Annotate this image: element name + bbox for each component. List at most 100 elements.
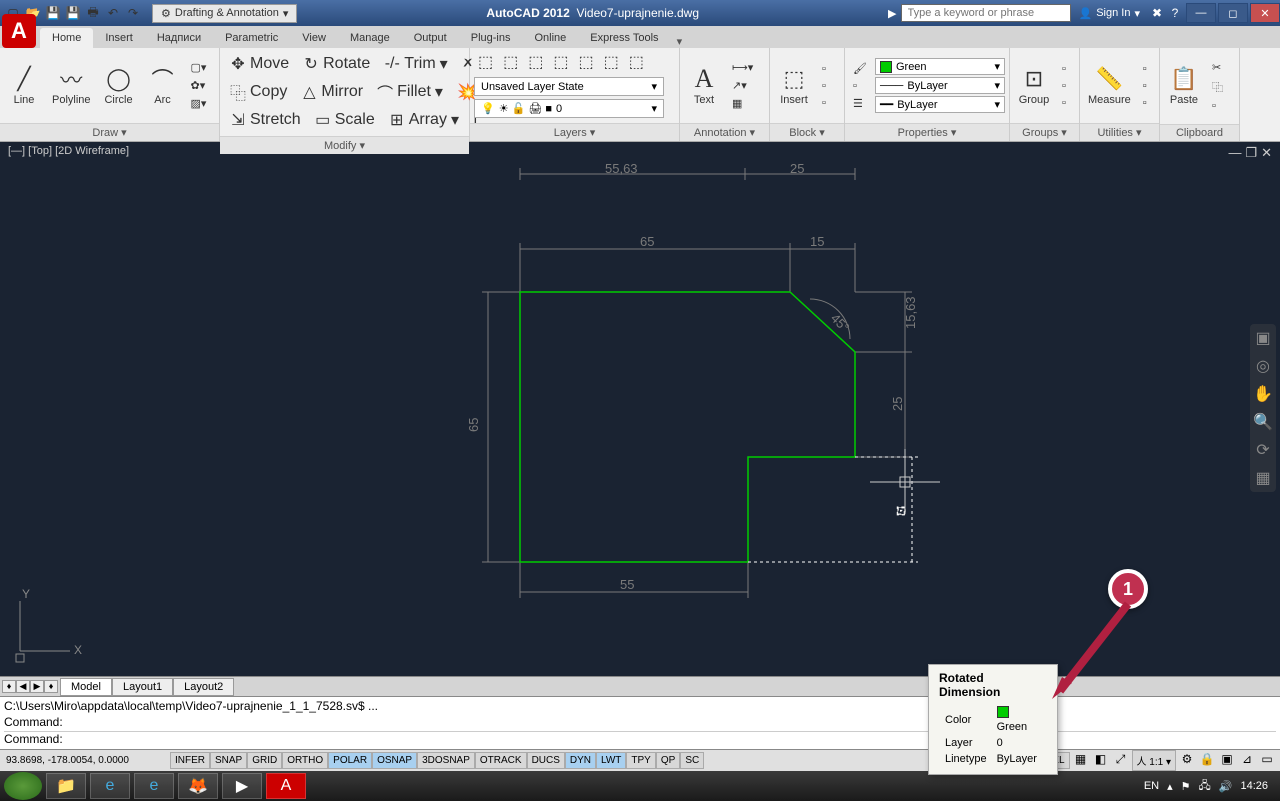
group-ico-3[interactable]: ▫ xyxy=(1058,95,1070,111)
panel-utilities-title[interactable]: Utilities ▾ xyxy=(1080,123,1159,141)
layer-ico-6[interactable]: ⬚ xyxy=(600,50,623,74)
status-qview-icon[interactable]: ◧ xyxy=(1092,752,1110,770)
prop-ico-3[interactable]: ☰ xyxy=(849,95,871,112)
taskbar-ie2-icon[interactable]: e xyxy=(134,773,174,799)
status-toggle-ortho[interactable]: ORTHO xyxy=(282,752,328,769)
color-dropdown[interactable]: Green▾ xyxy=(875,58,1005,75)
panel-modify-title[interactable]: Modify ▾ xyxy=(220,136,469,154)
panel-annotation-title[interactable]: Annotation ▾ xyxy=(680,123,769,141)
panel-groups-title[interactable]: Groups ▾ xyxy=(1010,123,1079,141)
doc-close-button[interactable]: ✕ xyxy=(1261,145,1272,161)
layout-tab-2[interactable]: Layout2 xyxy=(173,678,234,696)
status-toggle-otrack[interactable]: OTRACK xyxy=(475,752,527,769)
status-toggle-grid[interactable]: GRID xyxy=(247,752,282,769)
tab-online[interactable]: Online xyxy=(522,28,578,48)
cmd-prompt[interactable]: Command: xyxy=(4,731,1276,747)
trim-button[interactable]: -/-Trim ▾ xyxy=(380,52,451,76)
stretch-button[interactable]: ⇲Stretch xyxy=(226,108,305,132)
taskbar-firefox-icon[interactable]: 🦊 xyxy=(178,773,218,799)
status-toggle-lwt[interactable]: LWT xyxy=(596,752,626,769)
status-ann-icon[interactable]: ⤢ xyxy=(1112,752,1130,770)
paste-button[interactable]: 📋Paste xyxy=(1164,64,1204,108)
status-toggle-ducs[interactable]: DUCS xyxy=(527,752,565,769)
cut-button[interactable]: ✂ xyxy=(1208,59,1227,76)
panel-clipboard-title[interactable]: Clipboard xyxy=(1160,124,1239,141)
status-hw-icon[interactable]: ▣ xyxy=(1218,752,1236,770)
status-toggle-infer[interactable]: INFER xyxy=(170,752,210,769)
status-clean-icon[interactable]: ▭ xyxy=(1258,752,1276,770)
tray-network-icon[interactable]: 🖧 xyxy=(1199,777,1211,796)
qat-save-icon[interactable]: 💾 xyxy=(44,4,62,22)
main-shape[interactable] xyxy=(520,292,855,562)
array-button[interactable]: ⊞Array ▾ xyxy=(385,108,463,132)
panel-layers-title[interactable]: Layers ▾ xyxy=(470,123,679,141)
status-toggle-polar[interactable]: POLAR xyxy=(328,752,372,769)
draw-extra-1[interactable]: ▢▾ xyxy=(187,59,211,76)
tab-output[interactable]: Output xyxy=(402,28,459,48)
status-scale[interactable]: 人 1:1 ▾ xyxy=(1132,750,1177,771)
status-ws-icon[interactable]: ⚙ xyxy=(1178,752,1196,770)
block-attr-button[interactable]: ▫ xyxy=(818,95,830,111)
prop-ico-2[interactable]: ▫ xyxy=(849,78,871,94)
qat-redo-icon[interactable]: ↷ xyxy=(124,4,142,22)
draw-extra-3[interactable]: ▨▾ xyxy=(187,95,211,112)
tab-annotate[interactable]: Надписи xyxy=(145,28,213,48)
sign-in[interactable]: 👤 Sign In ▾ xyxy=(1071,7,1148,20)
taskbar-wmp-icon[interactable]: ▶ xyxy=(222,773,262,799)
nav-cube-icon[interactable]: ▣ xyxy=(1253,328,1273,348)
status-toggle-dyn[interactable]: DYN xyxy=(565,752,596,769)
util-ico-2[interactable]: ▫ xyxy=(1139,78,1151,94)
tab-insert[interactable]: Insert xyxy=(93,28,145,48)
taskbar-autocad-icon[interactable]: A xyxy=(266,773,306,799)
mirror-button[interactable]: △Mirror xyxy=(297,78,367,106)
nav-wheel-icon[interactable]: ◎ xyxy=(1253,356,1273,376)
tab-express[interactable]: Express Tools xyxy=(578,28,670,48)
qat-saveas-icon[interactable]: 💾 xyxy=(64,4,82,22)
matchprop-button[interactable]: 🖌 xyxy=(849,60,871,77)
nav-orbit-icon[interactable]: ⟳ xyxy=(1253,440,1273,460)
exchange-icon[interactable]: ✖ xyxy=(1148,4,1166,22)
tab-home[interactable]: Home xyxy=(40,28,93,48)
layer-ico-2[interactable]: ⬚ xyxy=(499,50,522,74)
circle-button[interactable]: ◯Circle xyxy=(99,64,139,108)
layout-nav[interactable]: ♦◀▶♦ xyxy=(0,680,60,693)
tray-volume-icon[interactable]: 🔊 xyxy=(1219,780,1233,793)
panel-block-title[interactable]: Block ▾ xyxy=(770,123,844,141)
status-toggle-snap[interactable]: SNAP xyxy=(210,752,247,769)
draw-extra-2[interactable]: ✿▾ xyxy=(187,77,211,94)
nav-show-icon[interactable]: ▦ xyxy=(1253,468,1273,488)
minimize-button[interactable]: — xyxy=(1186,3,1216,23)
panel-properties-title[interactable]: Properties ▾ xyxy=(845,123,1009,141)
tray-action-icon[interactable]: ⚑ xyxy=(1181,780,1191,793)
leader-button[interactable]: ↗▾ xyxy=(728,77,757,94)
tab-view[interactable]: View xyxy=(290,28,338,48)
help-icon[interactable]: ? xyxy=(1166,4,1184,22)
layer-ico-3[interactable]: ⬚ xyxy=(524,50,547,74)
doc-minimize-button[interactable]: — xyxy=(1228,145,1241,161)
table-button[interactable]: ▦ xyxy=(728,95,757,112)
group-ico-1[interactable]: ▫ xyxy=(1058,61,1070,77)
dim-linear-button[interactable]: ⟼▾ xyxy=(728,59,757,76)
text-button[interactable]: AText xyxy=(684,64,724,108)
maximize-button[interactable]: ◻ xyxy=(1218,3,1248,23)
viewport-label[interactable]: [—] [Top] [2D Wireframe] xyxy=(8,145,129,161)
status-toggle-tpy[interactable]: TPY xyxy=(626,752,655,769)
doc-restore-button[interactable]: ❐ xyxy=(1245,145,1257,161)
status-toggle-qp[interactable]: QP xyxy=(656,752,680,769)
block-create-button[interactable]: ▫ xyxy=(818,61,830,77)
selected-dimension[interactable]: ⊡ xyxy=(748,457,918,562)
status-toggle-osnap[interactable]: OSNAP xyxy=(372,752,417,769)
measure-button[interactable]: 📏Measure xyxy=(1084,64,1135,108)
group-button[interactable]: ⊡Group xyxy=(1014,64,1054,108)
layout-tab-model[interactable]: Model xyxy=(60,678,112,696)
lineweight-dropdown[interactable]: ━━ByLayer▾ xyxy=(875,96,1005,113)
close-button[interactable]: ✕ xyxy=(1250,3,1280,23)
workspace-dropdown[interactable]: ⚙ Drafting & Annotation ▾ xyxy=(152,4,297,23)
layer-state-dropdown[interactable]: Unsaved Layer State▾ xyxy=(474,77,664,96)
fillet-button[interactable]: ⌒Fillet ▾ xyxy=(373,78,447,106)
panel-draw-title[interactable]: Draw ▾ xyxy=(0,123,219,141)
linetype-dropdown[interactable]: ───ByLayer▾ xyxy=(875,77,1005,94)
polyline-button[interactable]: 〰Polyline xyxy=(48,64,95,108)
taskbar-ie-icon[interactable]: e xyxy=(90,773,130,799)
qat-undo-icon[interactable]: ↶ xyxy=(104,4,122,22)
